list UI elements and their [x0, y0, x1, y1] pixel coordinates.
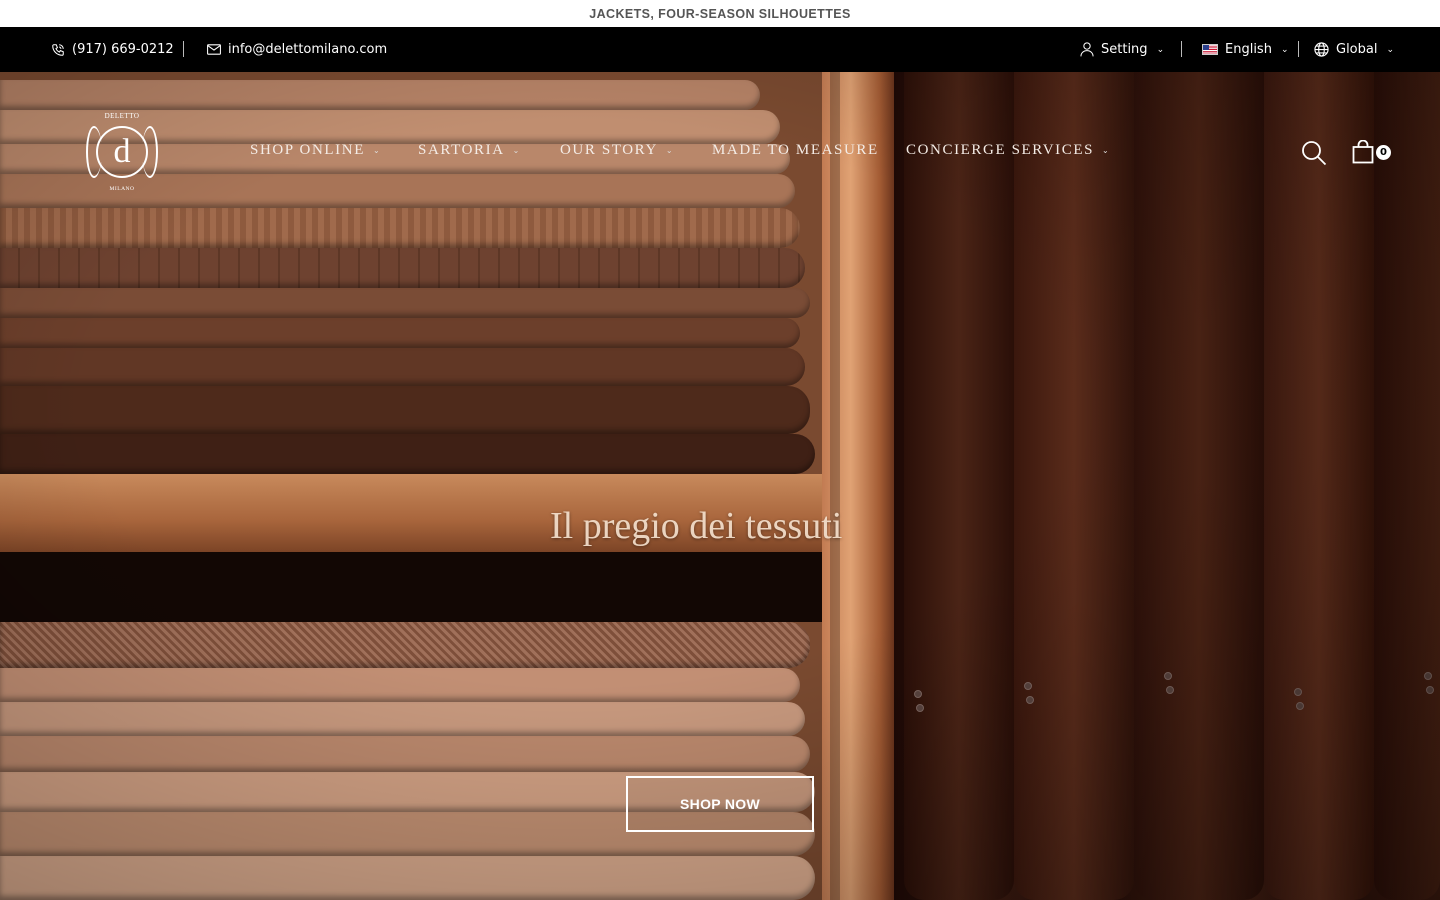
shopping-bag-icon[interactable]: [1352, 139, 1374, 168]
chevron-down-icon: ⌄: [1156, 44, 1165, 55]
email-link[interactable]: info@delettomilano.com: [207, 27, 387, 72]
divider: [1298, 41, 1299, 57]
logo-monogram: d: [96, 126, 148, 178]
globe-icon: [1314, 42, 1329, 57]
chevron-down-icon: ⌄: [1280, 44, 1289, 55]
chevron-down-icon: ⌄: [512, 146, 521, 155]
language-dropdown[interactable]: English ⌄: [1202, 27, 1289, 72]
search-icon[interactable]: [1301, 140, 1327, 170]
phone-icon: [51, 43, 65, 57]
setting-label: Setting: [1101, 42, 1148, 57]
logo-bottom-text: MILANO: [109, 186, 135, 192]
brand-logo[interactable]: DELETTO d MILANO: [84, 112, 160, 194]
nav-made-to-measure[interactable]: MADE TO MEASURE: [712, 142, 879, 159]
top-utility-bar: (917) 669-0212 info@delettomilano.com Se…: [0, 27, 1440, 72]
announcement-text: JACKETS, FOUR-SEASON SILHOUETTES: [589, 6, 851, 21]
shop-now-button[interactable]: SHOP NOW: [626, 776, 814, 832]
mail-icon: [207, 44, 221, 55]
chevron-down-icon: ⌄: [1102, 146, 1111, 155]
chevron-down-icon: ⌄: [1386, 44, 1395, 55]
nav-concierge-services[interactable]: CONCIERGE SERVICES ⌄: [906, 142, 1110, 159]
announcement-bar: JACKETS, FOUR-SEASON SILHOUETTES: [0, 0, 1440, 27]
divider: [1181, 41, 1182, 57]
hero-tagline: Il pregio dei tessuti: [550, 505, 843, 547]
setting-dropdown[interactable]: Setting ⌄: [1080, 27, 1164, 72]
language-label: English: [1225, 42, 1272, 57]
email-address: info@delettomilano.com: [228, 42, 388, 57]
chevron-down-icon: ⌄: [372, 146, 382, 155]
region-dropdown[interactable]: Global ⌄: [1314, 27, 1394, 72]
chevron-down-icon: ⌄: [665, 146, 675, 155]
logo-top-text: DELETTO: [104, 112, 140, 120]
divider: [183, 41, 184, 57]
hero-section: DELETTO d MILANO SHOP ONLINE ⌄ SARTORIA ⌄ …: [0, 72, 1440, 900]
nav-shop-online[interactable]: SHOP ONLINE ⌄: [250, 142, 381, 159]
region-label: Global: [1336, 42, 1378, 57]
nav-sartoria[interactable]: SARTORIA ⌄: [418, 142, 521, 159]
phone-number: (917) 669-0212: [72, 42, 174, 57]
us-flag-icon: [1202, 44, 1218, 55]
phone-link[interactable]: (917) 669-0212: [51, 27, 174, 72]
nav-our-story[interactable]: OUR STORY ⌄: [560, 142, 674, 159]
cart-count-badge: 0: [1376, 145, 1391, 160]
user-icon: [1080, 42, 1094, 57]
